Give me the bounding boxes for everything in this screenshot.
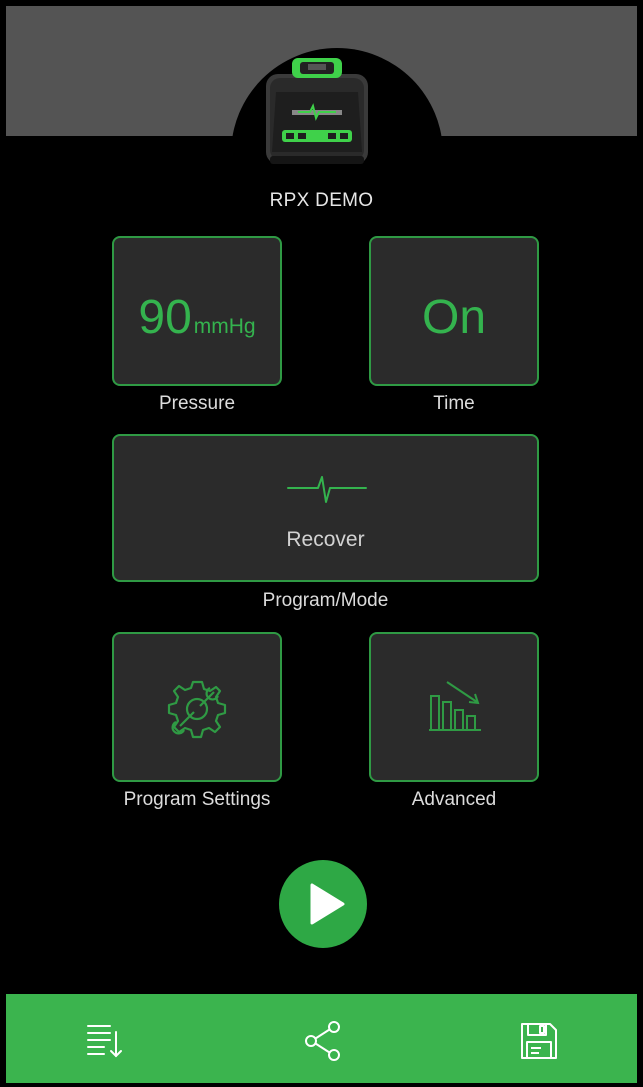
- program-mode-caption: Program/Mode: [262, 590, 389, 611]
- share-icon[interactable]: [300, 1018, 346, 1064]
- pressure-unit: mmHg: [193, 315, 256, 338]
- play-button[interactable]: [279, 860, 367, 948]
- bar-chart-trend-icon: [429, 681, 481, 731]
- program-settings-tile[interactable]: [112, 632, 282, 782]
- time-value: On: [421, 291, 487, 344]
- time-tile[interactable]: On: [369, 236, 539, 386]
- advanced-caption: Advanced: [411, 789, 497, 810]
- pressure-readout: 90mmHg: [114, 290, 280, 345]
- play-icon: [310, 883, 345, 925]
- program-mode-value: Recover: [286, 528, 365, 551]
- program-mode-tile[interactable]: Recover: [112, 434, 539, 582]
- bottom-toolbar: [6, 994, 637, 1083]
- heartbeat-icon: [287, 476, 367, 503]
- pressure-value: 90: [138, 291, 192, 344]
- pressure-caption: Pressure: [158, 393, 236, 414]
- device-name: RPX DEMO: [269, 190, 374, 211]
- advanced-tile[interactable]: [369, 632, 539, 782]
- save-icon[interactable]: [516, 1018, 562, 1064]
- app-screen: RPX DEMO 90mmHg Pressure On Time Recover…: [6, 6, 637, 1083]
- pump-device-icon: [266, 58, 368, 164]
- gear-wrench-icon: [167, 680, 227, 739]
- program-settings-caption: Program Settings: [123, 789, 271, 810]
- pressure-tile[interactable]: 90mmHg: [112, 236, 282, 386]
- list-sort-icon[interactable]: [80, 1018, 126, 1064]
- time-caption: Time: [433, 393, 475, 414]
